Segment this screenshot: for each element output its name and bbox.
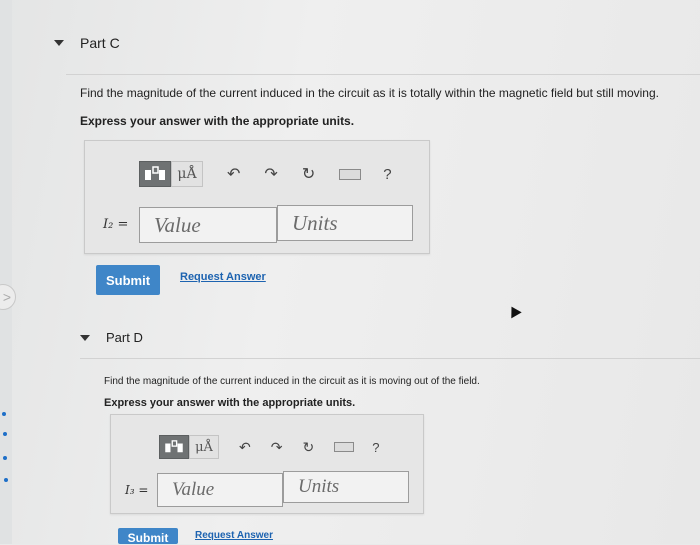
units-button[interactable]: μÅ: [171, 161, 203, 187]
part-title: Part C: [80, 35, 120, 51]
request-answer-link[interactable]: Request Answer: [195, 530, 273, 541]
value-input[interactable]: Value: [139, 207, 277, 243]
part-d-header[interactable]: Part D: [80, 330, 143, 345]
help-icon[interactable]: ?: [383, 166, 391, 183]
part-c-header[interactable]: Part C: [54, 35, 120, 51]
chevron-right-icon[interactable]: >: [0, 284, 16, 310]
rail-dot: [4, 478, 8, 482]
page: > Part C Find the magnitude of the curre…: [0, 0, 700, 545]
caret-down-icon: [80, 334, 90, 341]
help-icon[interactable]: ?: [372, 440, 379, 455]
submit-button[interactable]: Submit: [118, 528, 178, 545]
units-button[interactable]: μÅ: [189, 435, 219, 459]
left-rail: [0, 0, 12, 544]
value-input[interactable]: Value: [157, 473, 283, 507]
variable-label: I₃ =: [125, 483, 149, 497]
math-toolbar: μÅ ↶ ↷ ↻ ?: [139, 161, 392, 187]
divider: [80, 358, 700, 359]
mouse-cursor-icon: [506, 303, 522, 319]
reset-icon[interactable]: ↻: [302, 439, 314, 456]
instruction-text: Express your answer with the appropriate…: [104, 397, 356, 409]
caret-down-icon: [54, 40, 64, 46]
redo-icon[interactable]: ↷: [271, 439, 283, 456]
answer-box: μÅ ↶ ↷ ↻ ? I₂ = Value Units: [84, 140, 430, 254]
undo-icon[interactable]: ↶: [239, 439, 251, 456]
reset-icon[interactable]: ↻: [302, 164, 315, 184]
fraction-template-icon[interactable]: [139, 161, 171, 187]
question-text: Find the magnitude of the current induce…: [80, 86, 659, 100]
units-input[interactable]: Units: [277, 205, 413, 241]
divider: [66, 74, 700, 75]
math-toolbar: μÅ ↶ ↷ ↻ ?: [159, 435, 379, 459]
fraction-template-icon[interactable]: [159, 435, 189, 459]
rail-dot: [3, 432, 7, 436]
part-title: Part D: [106, 330, 143, 345]
instruction-text: Express your answer with the appropriate…: [80, 114, 355, 128]
redo-icon[interactable]: ↷: [264, 164, 277, 184]
question-text: Find the magnitude of the current induce…: [104, 376, 480, 387]
undo-icon[interactable]: ↶: [227, 164, 240, 184]
rail-dot: [3, 456, 7, 460]
keyboard-icon[interactable]: [339, 168, 362, 180]
answer-box: μÅ ↶ ↷ ↻ ? I₃ = Value Units: [110, 414, 424, 514]
variable-label: I₂ =: [103, 217, 129, 232]
rail-dot: [2, 412, 6, 416]
keyboard-icon[interactable]: [334, 442, 355, 452]
request-answer-link[interactable]: Request Answer: [180, 271, 266, 283]
units-input[interactable]: Units: [283, 471, 409, 503]
submit-button[interactable]: Submit: [96, 265, 160, 295]
